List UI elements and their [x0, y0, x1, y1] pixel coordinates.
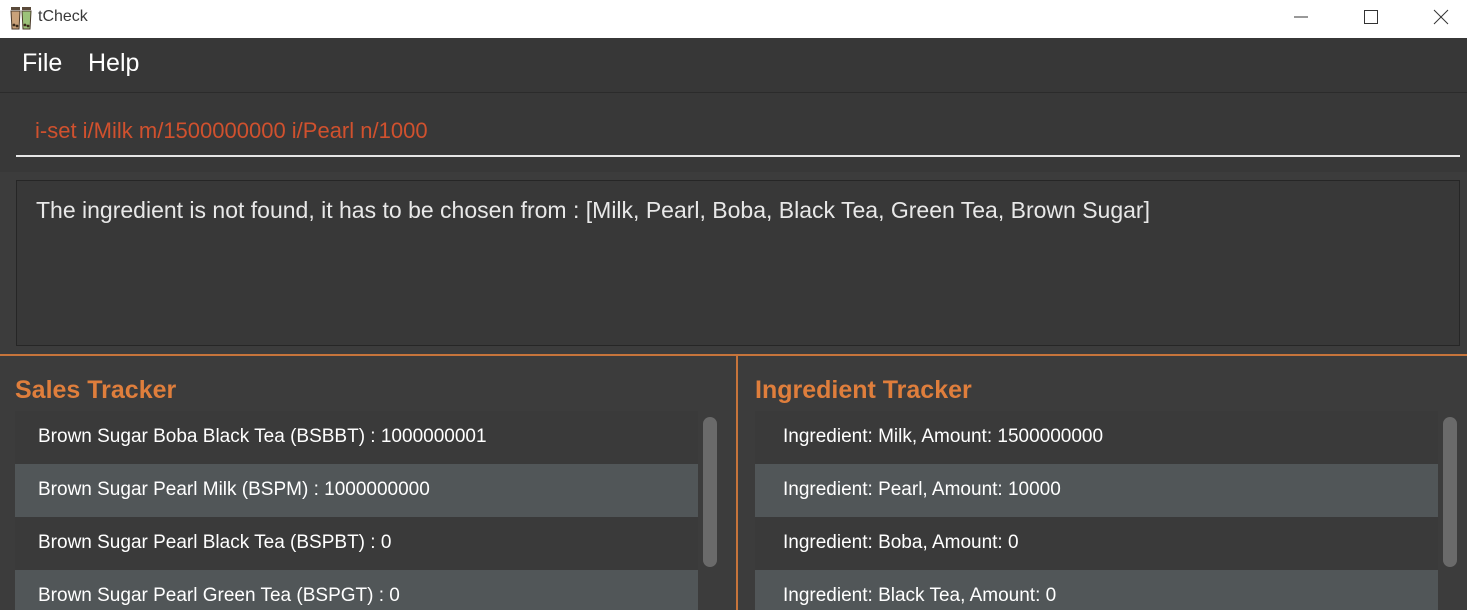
- list-item[interactable]: Brown Sugar Boba Black Tea (BSBBT) : 100…: [15, 411, 698, 464]
- ingredient-tracker-panel: Ingredient Tracker Ingredient: Milk, Amo…: [738, 356, 1467, 610]
- maximize-icon: [1364, 10, 1378, 24]
- list-item[interactable]: Brown Sugar Pearl Black Tea (BSPBT) : 0: [15, 517, 698, 570]
- list-item-label: Brown Sugar Pearl Black Tea (BSPBT) : 0: [38, 532, 392, 553]
- result-message: The ingredient is not found, it has to b…: [36, 197, 1150, 223]
- list-item[interactable]: Ingredient: Black Tea, Amount: 0: [755, 570, 1438, 610]
- ingredient-tracker-title: Ingredient Tracker: [755, 376, 972, 404]
- result-display: The ingredient is not found, it has to b…: [16, 180, 1460, 346]
- list-item[interactable]: Brown Sugar Pearl Milk (BSPM) : 10000000…: [15, 464, 698, 517]
- window-title: tCheck: [38, 8, 88, 25]
- command-input-text: i-set i/Milk m/1500000000 i/Pearl n/1000: [35, 118, 428, 143]
- bubble-tea-cups-icon: [10, 7, 32, 30]
- list-item-label: Brown Sugar Boba Black Tea (BSBBT) : 100…: [38, 426, 487, 447]
- minimize-icon: [1294, 16, 1308, 18]
- title-bar: tCheck: [0, 0, 1467, 38]
- sales-tracker-panel: Sales Tracker Brown Sugar Boba Black Tea…: [0, 356, 736, 610]
- command-input[interactable]: i-set i/Milk m/1500000000 i/Pearl n/1000: [16, 93, 1460, 157]
- sales-list: Brown Sugar Boba Black Tea (BSBBT) : 100…: [15, 411, 698, 610]
- list-item[interactable]: Ingredient: Boba, Amount: 0: [755, 517, 1438, 570]
- list-item[interactable]: Ingredient: Milk, Amount: 1500000000: [755, 411, 1438, 464]
- sales-tracker-title: Sales Tracker: [15, 376, 177, 404]
- menu-bar: File Help: [0, 38, 1467, 93]
- close-button[interactable]: [1418, 0, 1464, 34]
- command-area: i-set i/Milk m/1500000000 i/Pearl n/1000: [0, 93, 1467, 172]
- list-item-label: Brown Sugar Pearl Milk (BSPM) : 10000000…: [38, 479, 430, 500]
- ingredient-scrollbar-thumb[interactable]: [1443, 417, 1457, 567]
- menu-help[interactable]: Help: [88, 49, 139, 78]
- list-item-label: Ingredient: Boba, Amount: 0: [783, 532, 1019, 553]
- menu-file[interactable]: File: [22, 49, 62, 78]
- list-item-label: Ingredient: Pearl, Amount: 10000: [783, 479, 1061, 500]
- list-item-label: Ingredient: Black Tea, Amount: 0: [783, 585, 1057, 606]
- sales-scrollbar[interactable]: [700, 411, 720, 610]
- list-item-label: Brown Sugar Pearl Green Tea (BSPGT) : 0: [38, 585, 400, 606]
- minimize-button[interactable]: [1278, 0, 1324, 34]
- list-item[interactable]: Brown Sugar Pearl Green Tea (BSPGT) : 0: [15, 570, 698, 610]
- sales-scrollbar-thumb[interactable]: [703, 417, 717, 567]
- maximize-button[interactable]: [1348, 0, 1394, 34]
- list-item[interactable]: Ingredient: Pearl, Amount: 10000: [755, 464, 1438, 517]
- list-item-label: Ingredient: Milk, Amount: 1500000000: [783, 426, 1104, 447]
- ingredient-list: Ingredient: Milk, Amount: 1500000000 Ing…: [755, 411, 1438, 610]
- close-icon: [1433, 9, 1449, 25]
- ingredient-scrollbar[interactable]: [1440, 411, 1460, 610]
